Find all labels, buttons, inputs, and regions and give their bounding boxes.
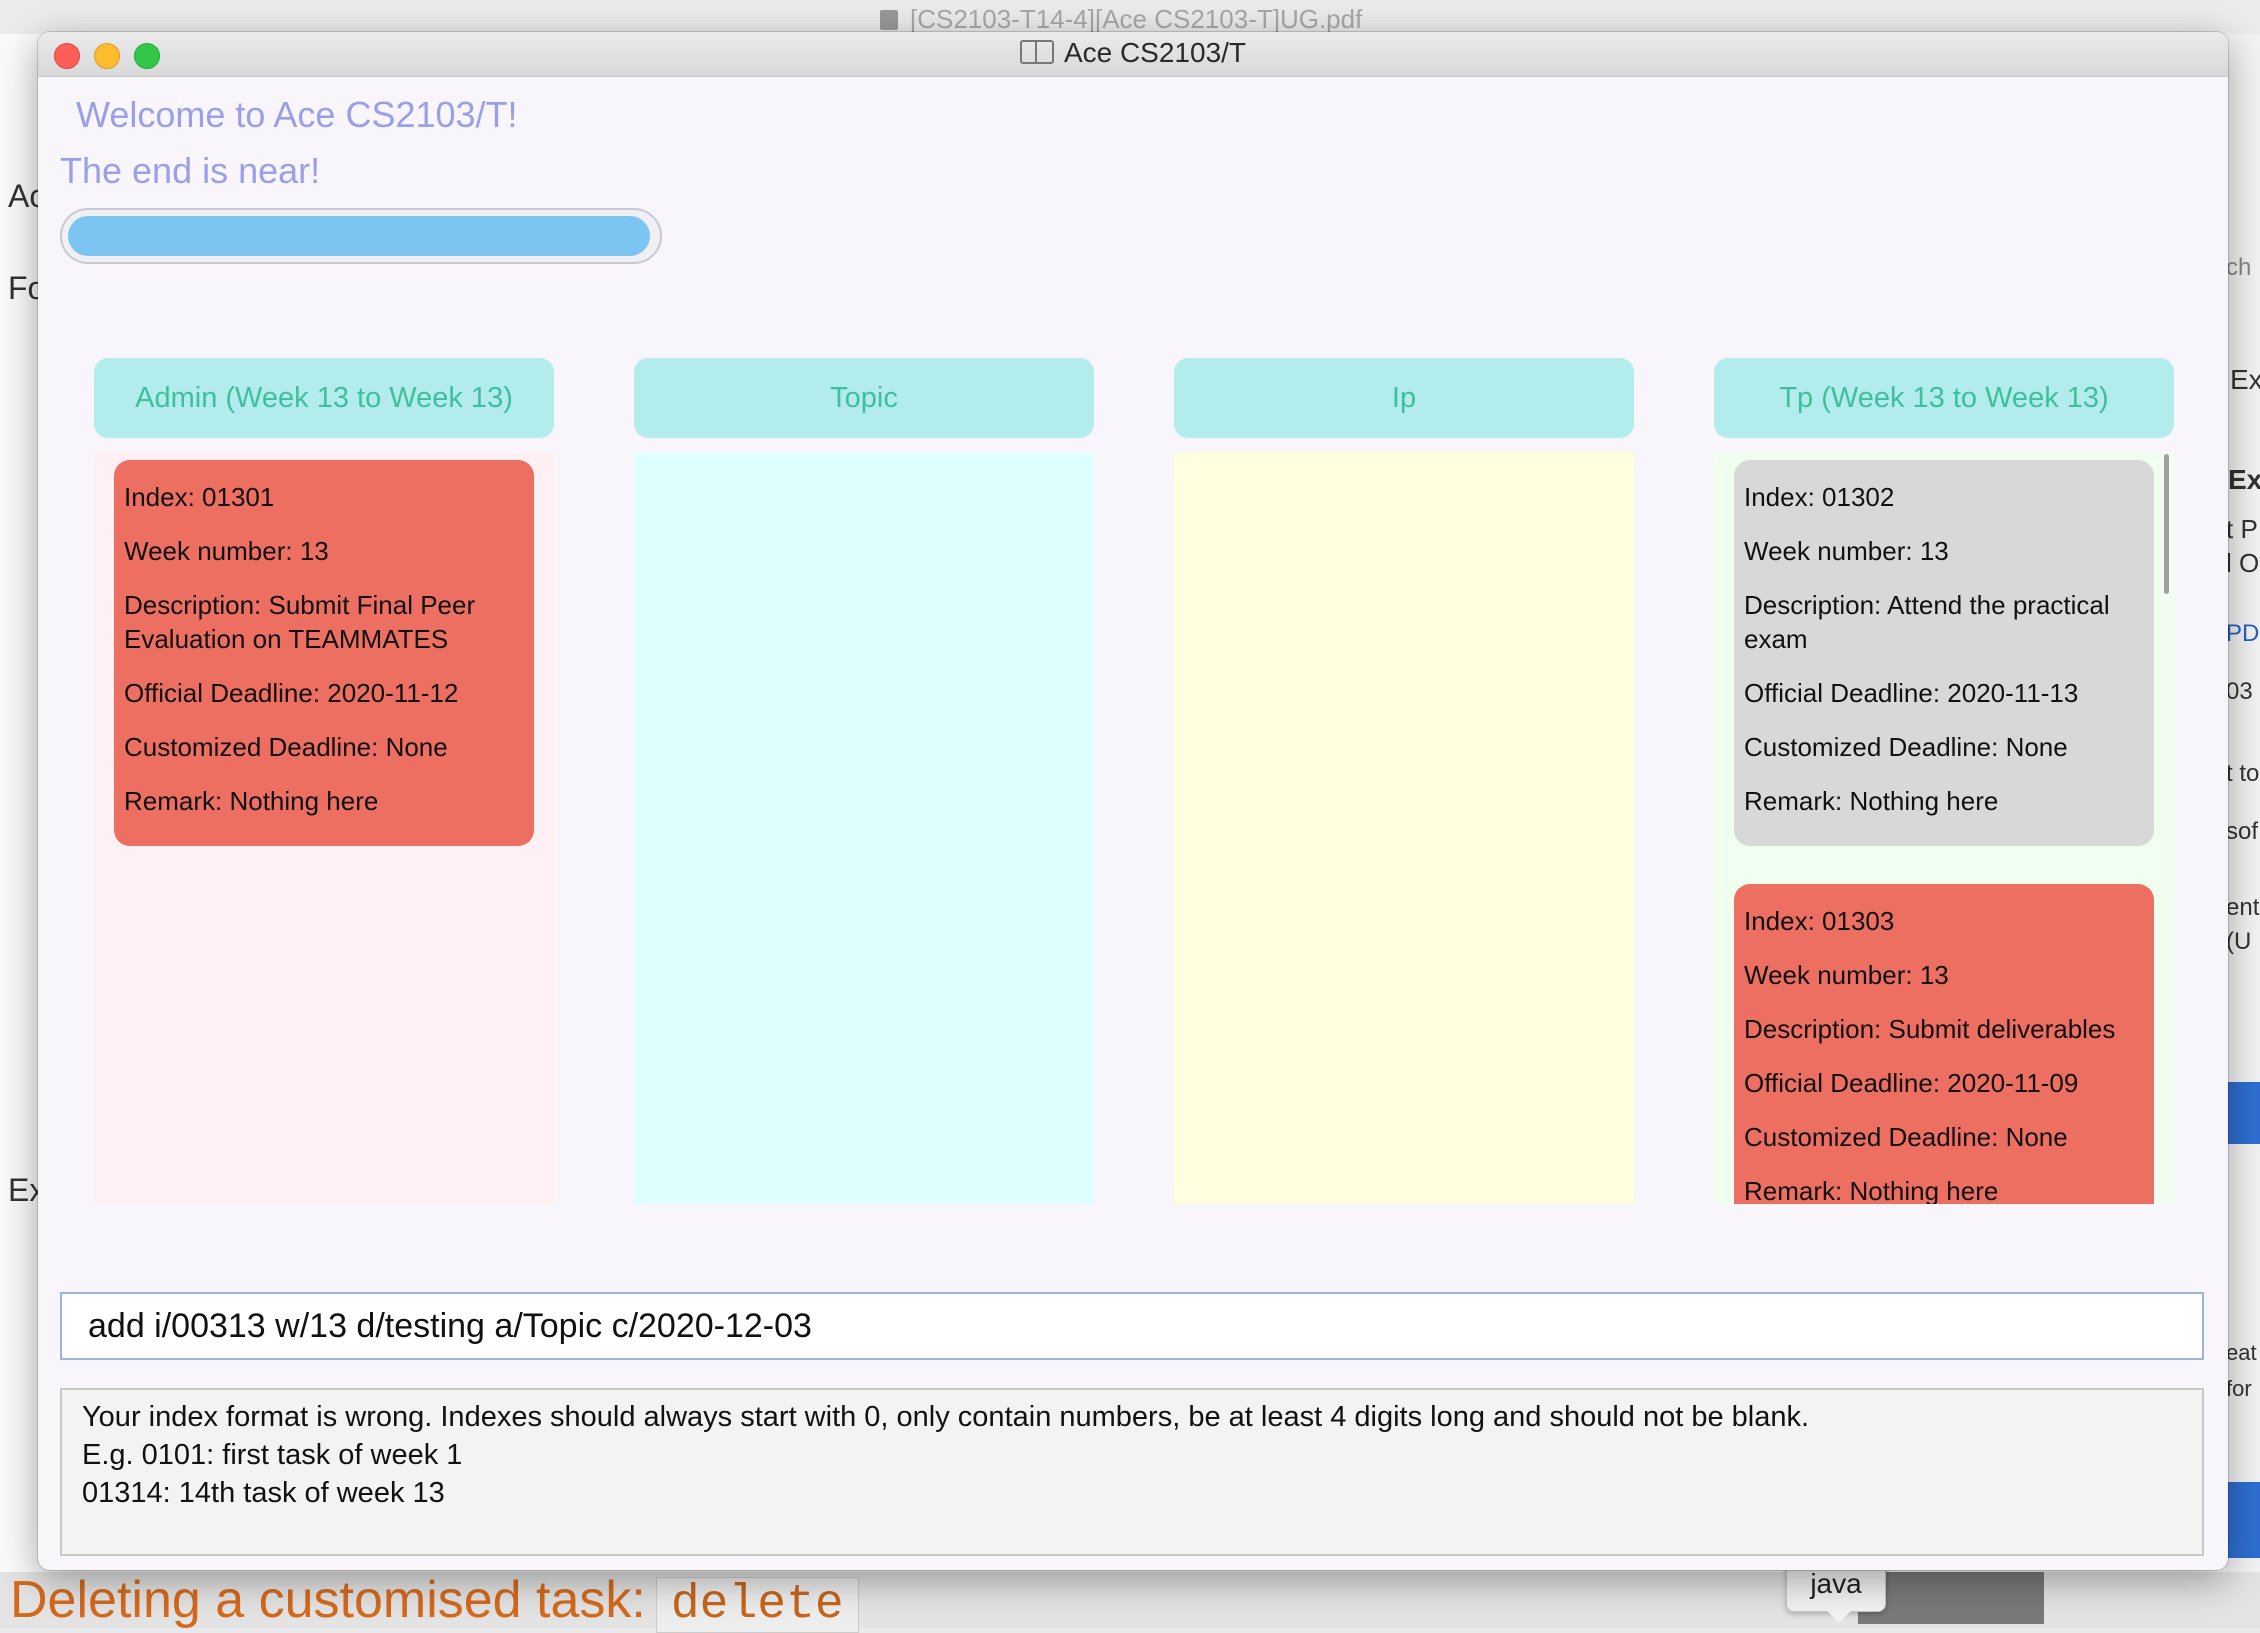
task-official-deadline: Official Deadline: 2020-11-13 [1744,678,2079,708]
task-column-topic[interactable] [634,452,1094,1204]
welcome-label: Welcome to Ace CS2103/T! [76,94,518,135]
pdf-text-snippet: Ex [2230,364,2260,395]
pdf-heading-text: Deleting a customised task: [10,1571,646,1629]
window-title: Ace CS2103/T [38,37,2228,69]
window-title-text: Ace CS2103/T [1063,37,1247,68]
pdf-viewer-title: [CS2103-T14-4][Ace CS2103-T]UG.pdf [880,4,1362,35]
task-card[interactable]: Index: 01301 Week number: 13 Description… [114,460,534,846]
app-window: Ace CS2103/T Welcome to Ace CS2103/T! Th… [38,32,2228,1570]
task-column-ip[interactable] [1174,452,1634,1204]
task-week: Week number: 13 [1744,536,1949,566]
column-header-admin: Admin (Week 13 to Week 13) [94,358,554,438]
task-customized-deadline: Customized Deadline: None [124,732,448,762]
pdf-text-snippet: sof [2226,818,2259,845]
book-icon [1019,40,1054,64]
pdf-text-snippet: l O [2226,548,2260,578]
pdf-text-snippet: t to [2226,760,2260,787]
task-week: Week number: 13 [124,536,329,566]
column-header-ip: Ip [1174,358,1634,438]
column-header-topic: Topic [634,358,1094,438]
pdf-text-snippet: (U [2226,928,2252,955]
tp-column-scrollbar[interactable] [2164,454,2169,594]
result-display: Your index format is wrong. Indexes shou… [60,1388,2204,1556]
progress-bar-fill [68,216,650,256]
column-header-tp: Tp (Week 13 to Week 13) [1714,358,2174,438]
pdf-file-icon [880,10,898,30]
task-index: Index: 01303 [1744,906,1895,936]
task-official-deadline: Official Deadline: 2020-11-12 [124,678,459,708]
task-remark: Remark: Nothing here [1744,1176,1999,1204]
task-index: Index: 01301 [124,482,275,512]
task-column-admin[interactable]: Index: 01301 Week number: 13 Description… [94,452,554,1204]
pdf-text-snippet: ent [2226,894,2260,921]
task-customized-deadline: Customized Deadline: None [1744,1122,2068,1152]
countdown-label: The end is near! [60,150,321,191]
pdf-viewer-titlebar: [CS2103-T14-4][Ace CS2103-T]UG.pdf [0,0,2260,35]
task-index: Index: 01302 [1744,482,1895,512]
result-line: 01314: 14th task of week 13 [82,1477,445,1509]
pdf-code-text: delete [655,1577,859,1633]
pdf-section-heading: Deleting a customised task: delete [10,1570,859,1633]
task-column-tp[interactable]: Index: 01302 Week number: 13 Description… [1714,452,2174,1204]
window-titlebar[interactable]: Ace CS2103/T [38,32,2228,77]
task-remark: Remark: Nothing here [1744,786,1999,816]
task-week: Week number: 13 [1744,960,1949,990]
task-official-deadline: Official Deadline: 2020-11-09 [1744,1068,2079,1098]
command-input[interactable] [60,1292,2204,1360]
task-customized-deadline: Customized Deadline: None [1744,732,2068,762]
pdf-text-snippet: Ex [2228,464,2260,495]
pdf-sidebar-highlight [2226,1082,2260,1144]
pdf-text-snippet: PDI [2226,620,2260,647]
result-line: Your index format is wrong. Indexes shou… [82,1401,1810,1433]
pdf-title-text: [CS2103-T14-4][Ace CS2103-T]UG.pdf [910,4,1363,34]
pdf-text-snippet: ch [2226,254,2252,281]
pdf-text-snippet: t P [2226,514,2258,544]
task-description: Description: Submit deliverables [1744,1014,2116,1044]
task-remark: Remark: Nothing here [124,786,379,816]
task-card[interactable]: Index: 01302 Week number: 13 Description… [1734,460,2154,846]
pdf-text-snippet: eat [2226,1340,2257,1365]
task-description: Description: Attend the practical exam [1744,590,2110,654]
pdf-sidebar-highlight [2226,1482,2260,1558]
pdf-sidebar-right: ch Ex Ex t P l O PDI 03 t to sof ent (U … [2226,34,2260,1594]
pdf-text-snippet: 03 [2226,678,2253,705]
task-description: Description: Submit Final Peer Evaluatio… [124,590,476,654]
pdf-text-snippet: for [2226,1376,2252,1401]
task-card[interactable]: Index: 01303 Week number: 13 Description… [1734,884,2154,1204]
result-line: E.g. 0101: first task of week 1 [82,1439,463,1471]
semester-progress-bar [60,208,662,264]
